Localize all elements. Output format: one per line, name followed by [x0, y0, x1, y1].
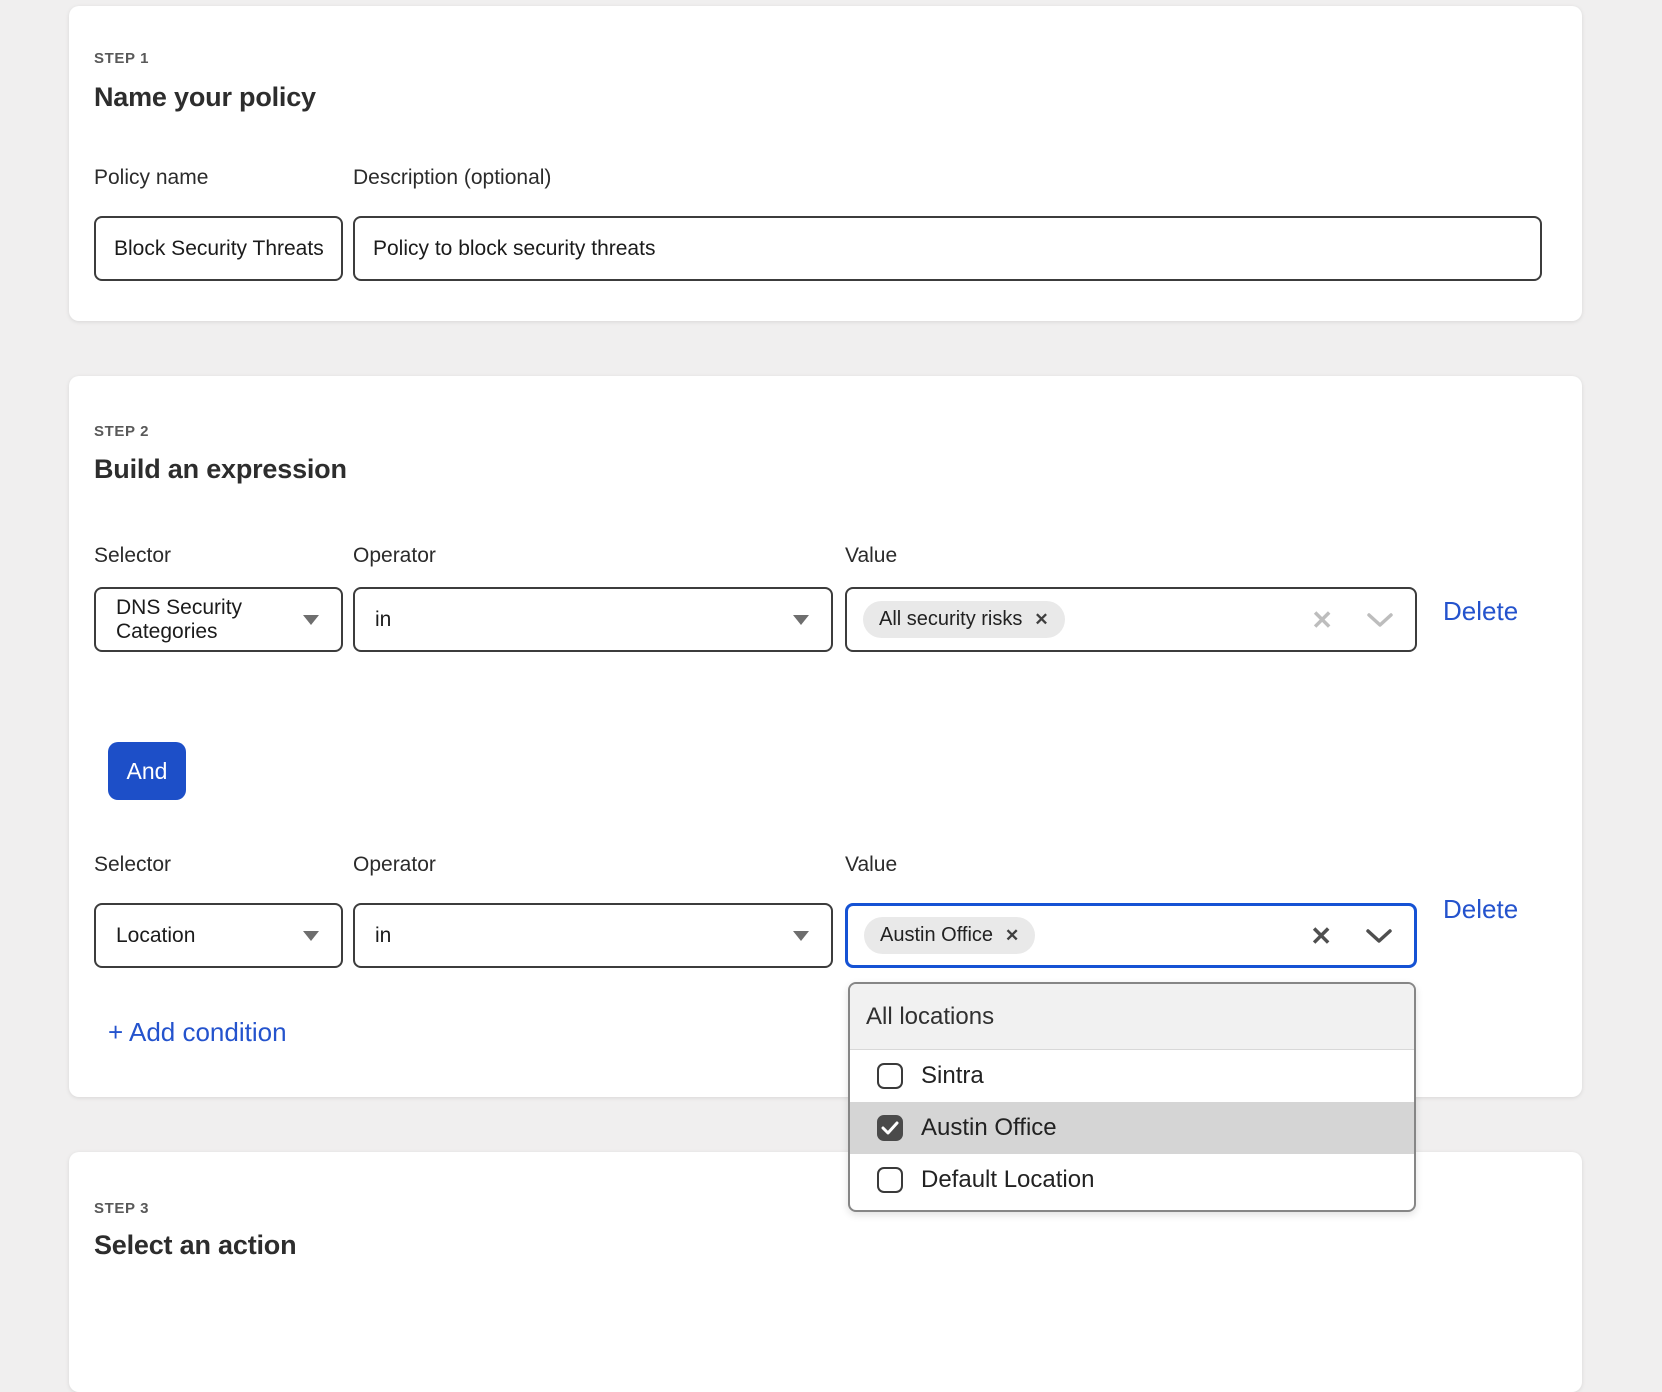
value-chip: All security risks ✕	[863, 601, 1065, 638]
row1-operator-label: Operator	[353, 544, 436, 568]
remove-chip-icon[interactable]: ✕	[1034, 611, 1048, 628]
policy-name-input[interactable]	[94, 216, 343, 281]
row1-operator-dropdown[interactable]: in	[353, 587, 833, 652]
step1-label: STEP 1	[94, 50, 149, 67]
triangle-down-icon	[793, 931, 809, 941]
row2-operator-label: Operator	[353, 853, 436, 877]
row1-selector-label: Selector	[94, 544, 171, 568]
add-condition-button[interactable]: + Add condition	[108, 1017, 287, 1048]
clear-icon[interactable]: ✕	[1310, 923, 1332, 949]
row2-selector-dropdown[interactable]: Location	[94, 903, 343, 968]
row1-selector-value: DNS Security Categories	[116, 596, 321, 644]
location-dropdown-panel: All locations Sintra Austin Office Defau…	[848, 982, 1416, 1212]
checkbox-checked[interactable]	[877, 1115, 903, 1141]
row2-selector-label: Selector	[94, 853, 171, 877]
checkbox-unchecked[interactable]	[877, 1167, 903, 1193]
row1-selector-dropdown[interactable]: DNS Security Categories	[94, 587, 343, 652]
step3-title: Select an action	[94, 1230, 296, 1261]
row2-value-multiselect[interactable]: Austin Office ✕ ✕	[845, 903, 1417, 968]
row2-value-label: Value	[845, 853, 897, 877]
policy-name-label: Policy name	[94, 166, 208, 190]
dropdown-option-austin-office[interactable]: Austin Office	[850, 1102, 1414, 1154]
remove-chip-icon[interactable]: ✕	[1005, 927, 1019, 944]
clear-icon[interactable]: ✕	[1311, 607, 1333, 633]
step1-card: STEP 1 Name your policy Policy name Desc…	[69, 6, 1582, 321]
triangle-down-icon	[303, 931, 319, 941]
step1-title: Name your policy	[94, 82, 316, 113]
checkbox-unchecked[interactable]	[877, 1063, 903, 1089]
row2-operator-value: in	[375, 924, 391, 948]
row2-selector-value: Location	[116, 924, 195, 948]
value-chip: Austin Office ✕	[864, 917, 1035, 954]
value-chip-label: All security risks	[879, 608, 1022, 631]
step3-label: STEP 3	[94, 1200, 149, 1217]
step2-title: Build an expression	[94, 454, 347, 485]
dropdown-option-all-locations[interactable]: All locations	[850, 984, 1414, 1050]
value-chip-label: Austin Office	[880, 924, 993, 947]
row1-delete-button[interactable]: Delete	[1443, 596, 1518, 627]
chevron-down-icon[interactable]	[1366, 928, 1392, 944]
dropdown-option-default-location[interactable]: Default Location	[850, 1154, 1414, 1206]
row2-operator-dropdown[interactable]: in	[353, 903, 833, 968]
description-label: Description (optional)	[353, 166, 551, 190]
check-icon	[881, 1121, 899, 1135]
row2-delete-button[interactable]: Delete	[1443, 894, 1518, 925]
description-input[interactable]	[353, 216, 1542, 281]
row1-operator-value: in	[375, 608, 391, 632]
triangle-down-icon	[303, 615, 319, 625]
row1-value-multiselect[interactable]: All security risks ✕ ✕	[845, 587, 1417, 652]
row1-value-label: Value	[845, 544, 897, 568]
policy-builder-page: STEP 1 Name your policy Policy name Desc…	[0, 0, 1662, 1286]
triangle-down-icon	[793, 615, 809, 625]
dropdown-option-sintra[interactable]: Sintra	[850, 1050, 1414, 1102]
step2-label: STEP 2	[94, 423, 149, 440]
chevron-down-icon[interactable]	[1367, 612, 1393, 628]
and-button[interactable]: And	[108, 742, 186, 800]
